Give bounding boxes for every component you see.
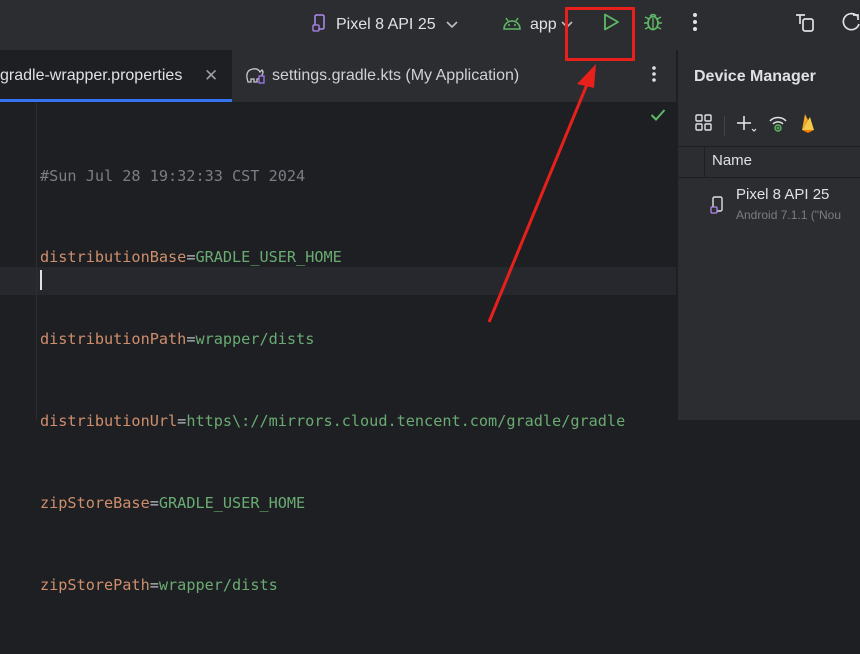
more-actions-button[interactable]	[686, 11, 704, 37]
device-mirror-icon	[793, 10, 817, 39]
main-toolbar: Pixel 8 API 25 app	[0, 0, 860, 50]
android-icon	[502, 16, 522, 35]
gradle-kotlin-file-icon	[244, 64, 266, 89]
device-name: Pixel 8 API 25	[736, 186, 830, 203]
firebase-icon[interactable]	[799, 112, 817, 139]
more-vertical-icon	[651, 65, 657, 88]
sync-button[interactable]	[838, 11, 860, 37]
debug-button[interactable]	[640, 11, 666, 37]
property-value: GRADLE_USER_HOME	[195, 248, 342, 267]
gutter-divider	[36, 102, 37, 420]
device-selector-label: Pixel 8 API 25	[336, 16, 436, 33]
run-config-selector[interactable]: app	[502, 12, 573, 38]
equals-sign: =	[149, 494, 159, 513]
property-key: zipStorePath	[40, 576, 150, 595]
property-value: wrapper/dists	[158, 576, 278, 595]
code-content: #Sun Jul 28 19:32:33 CST 2024 distributi…	[40, 108, 625, 654]
code-line: zipStorePath=wrapper/dists	[40, 572, 625, 599]
device-selector[interactable]: Pixel 8 API 25	[312, 12, 458, 38]
close-icon[interactable]: ✕	[204, 66, 218, 86]
tab-options-button[interactable]	[646, 64, 662, 88]
check-icon[interactable]	[650, 108, 666, 127]
device-manager-toolbar	[694, 112, 817, 139]
toolbar-separator	[724, 115, 725, 136]
add-device-icon[interactable]	[735, 113, 757, 138]
equals-sign: =	[149, 576, 159, 595]
code-line: distributionPath=wrapper/dists	[40, 326, 625, 353]
divider	[678, 177, 860, 178]
text-caret	[40, 270, 42, 290]
run-config-label: app	[530, 16, 557, 33]
code-line: zipStoreBase=GRADLE_USER_HOME	[40, 490, 625, 517]
device-detail: Android 7.1.1 ("Nou	[736, 208, 841, 222]
code-with-me-button[interactable]	[792, 11, 818, 37]
property-key: zipStoreBase	[40, 494, 150, 513]
wifi-pair-icon[interactable]	[767, 113, 789, 138]
device-manager-panel: Device Manager Name Pixel 8 API 25 Andro…	[677, 50, 860, 420]
tab-label: gradle-wrapper.properties	[0, 67, 183, 84]
property-value: wrapper/dists	[195, 330, 315, 349]
equals-sign: =	[177, 412, 187, 431]
code-editor[interactable]: #Sun Jul 28 19:32:33 CST 2024 distributi…	[0, 102, 676, 594]
sync-icon	[839, 10, 860, 39]
bug-icon	[642, 11, 664, 38]
code-comment: #Sun Jul 28 19:32:33 CST 2024	[40, 166, 306, 185]
code-line: distributionUrl=https\://mirrors.cloud.t…	[40, 408, 625, 435]
code-line-comment: #Sun Jul 28 19:32:33 CST 2024	[40, 163, 625, 190]
chevron-down-icon	[446, 16, 458, 34]
tab-settings-gradle-kts[interactable]: settings.gradle.kts (My Application)	[244, 50, 519, 102]
code-line: distributionBase=GRADLE_USER_HOME	[40, 244, 625, 271]
property-key: distributionBase	[40, 248, 187, 267]
column-divider	[704, 147, 705, 177]
property-key: distributionUrl	[40, 412, 178, 431]
panel-title: Device Manager	[694, 68, 816, 85]
column-header-name[interactable]: Name	[712, 152, 752, 169]
property-value: GRADLE_USER_HOME	[158, 494, 306, 513]
more-vertical-icon	[692, 12, 698, 37]
device-groups-icon[interactable]	[694, 113, 714, 138]
tab-label: settings.gradle.kts (My Application)	[272, 67, 520, 84]
tab-gradle-wrapper-properties[interactable]: gradle-wrapper.properties ✕	[0, 50, 232, 102]
property-key: distributionPath	[40, 330, 187, 349]
device-phone-icon	[710, 196, 726, 219]
device-phone-icon	[312, 13, 328, 37]
property-value: https\://mirrors.cloud.tencent.com/gradl…	[186, 412, 626, 431]
annotation-highlight-box	[565, 7, 635, 61]
divider	[678, 146, 860, 147]
